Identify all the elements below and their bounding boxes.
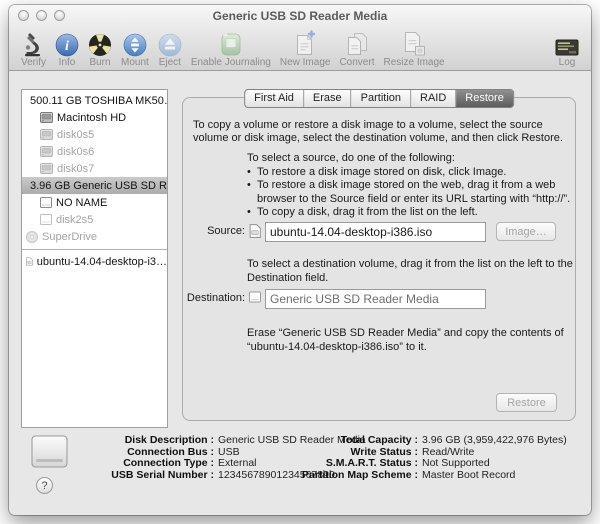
toolbar-label: Eject: [158, 57, 181, 68]
sidebar-item-label: Macintosh HD: [57, 111, 127, 124]
minimize-button[interactable]: [36, 10, 47, 21]
sidebar-item-no-name[interactable]: NO NAME: [22, 194, 167, 211]
toolbar-info-button[interactable]: i Info: [55, 30, 79, 69]
internal-drive-icon: [40, 129, 53, 140]
mount-icon: [123, 30, 147, 57]
sidebar-item-label: NO NAME: [56, 196, 108, 209]
source-label: Source:: [207, 225, 245, 237]
source-help-bullets: • To restore a disk image stored on disk,…: [247, 166, 571, 220]
bullet-item: • To restore a disk image stored on the w…: [247, 179, 571, 205]
close-button[interactable]: [18, 10, 29, 21]
image-button[interactable]: Image…: [496, 222, 556, 241]
toolbar-eject-button[interactable]: Eject: [158, 30, 182, 69]
toolbar-label: Resize Image: [383, 57, 445, 68]
sidebar-item-macintosh-hd[interactable]: Macintosh HD: [22, 109, 167, 126]
toolbar-mount-button[interactable]: Mount: [121, 30, 149, 69]
microscope-icon: [23, 30, 45, 57]
toolbar-label: Convert: [339, 57, 375, 68]
bullet-glyph: •: [247, 165, 251, 178]
bullet-glyph: •: [247, 206, 251, 218]
toolbar-burn-button[interactable]: Burn: [88, 30, 112, 69]
help-button[interactable]: ?: [36, 477, 53, 494]
toolbar-label: Info: [58, 57, 76, 68]
selected-device-icon: [31, 435, 68, 473]
sidebar-item-toshiba-disk[interactable]: 500.11 GB TOSHIBA MK50…: [22, 92, 167, 109]
source-field-value: ubuntu-14.04-desktop-i386.iso: [270, 225, 433, 239]
sidebar-item-label: SuperDrive: [42, 230, 98, 243]
optical-drive-icon: [26, 230, 38, 243]
external-drive-icon: [40, 197, 52, 208]
toolbar-label: Mount: [121, 57, 149, 68]
source-field[interactable]: ubuntu-14.04-desktop-i386.iso: [265, 222, 486, 242]
device-list: 500.11 GB TOSHIBA MK50… Macintosh HD dis…: [21, 89, 168, 428]
sidebar-item-label: disk0s5: [57, 128, 95, 141]
internal-drive-icon: [40, 146, 53, 157]
info-icon: i: [55, 30, 79, 57]
source-disk-image-icon: [249, 224, 261, 241]
list-separator: [22, 249, 167, 250]
zoom-button[interactable]: [54, 10, 65, 21]
disk-image-icon: [26, 257, 33, 266]
sidebar-item-superdrive[interactable]: SuperDrive: [22, 228, 167, 245]
bullet-item: • To copy a disk, drag it from the list o…: [247, 206, 478, 218]
destination-drive-icon: [249, 291, 261, 306]
toolbar-label: Verify: [21, 57, 47, 68]
destination-field[interactable]: Generic USB SD Reader Media: [265, 289, 486, 309]
restore-button[interactable]: Restore: [496, 393, 557, 412]
bullet-glyph: •: [247, 179, 251, 191]
log-icon: [555, 30, 579, 57]
convert-icon: [344, 30, 370, 57]
internal-drive-icon: [40, 163, 53, 174]
destination-help-text: To select a destination volume, drag it …: [247, 258, 573, 284]
sidebar-item-label: disk0s6: [57, 145, 95, 158]
toolbar-resize-image-button[interactable]: Resize Image: [383, 30, 445, 69]
source-help-title: To select a source, do one of the follow…: [247, 152, 455, 164]
journaling-disk-icon: [219, 30, 243, 57]
toolbar-label: New Image: [279, 57, 331, 68]
restore-intro-text: To copy a volume or restore a disk image…: [193, 119, 563, 144]
window-controls: [18, 10, 65, 21]
destination-field-value: Generic USB SD Reader Media: [270, 292, 439, 306]
destination-label: Destination:: [186, 292, 245, 304]
sidebar-item-label: 500.11 GB TOSHIBA MK50…: [30, 94, 167, 107]
new-image-icon: [293, 30, 317, 57]
external-drive-icon: [40, 214, 52, 225]
sidebar-item-generic-usb-sd[interactable]: 3.96 GB Generic USB SD Re…: [22, 177, 167, 194]
info-row: Partition Map Scheme : Master Boot Recor…: [301, 468, 516, 481]
toolbar-label: Burn: [89, 57, 111, 68]
toolbar-new-image-button[interactable]: New Image: [279, 30, 331, 69]
toolbar-convert-button[interactable]: Convert: [339, 30, 374, 69]
sidebar-item-disk0s5[interactable]: disk0s5: [22, 126, 167, 143]
toolbar-log-button[interactable]: Log: [555, 30, 579, 69]
disk-utility-window: Generic USB SD Reader Media Verify i Inf…: [9, 5, 591, 515]
window-title: Generic USB SD Reader Media: [212, 9, 388, 23]
restore-pane: First Aid Erase Partition RAID Restore T…: [182, 89, 576, 421]
window-content: 500.11 GB TOSHIBA MK50… Macintosh HD dis…: [9, 71, 591, 515]
sidebar-item-ubuntu-iso[interactable]: ubuntu-14.04-desktop-i3…: [22, 253, 167, 270]
eject-icon: [158, 30, 182, 57]
info-row: Write Status : Read/Write: [350, 445, 475, 458]
sidebar-item-label: disk0s7: [57, 162, 95, 175]
sidebar-item-label: disk2s5: [56, 213, 94, 226]
burn-icon: [88, 30, 112, 57]
erase-note-text: Erase “Generic USB SD Reader Media” and …: [247, 327, 564, 353]
toolbar: Verify i Info Burn Mount Eject Enable Jo…: [21, 26, 579, 69]
bullet-item: • To restore a disk image stored on disk,…: [247, 165, 507, 178]
window-header: Generic USB SD Reader Media Verify i Inf…: [9, 5, 591, 71]
sidebar-item-disk0s7[interactable]: disk0s7: [22, 160, 167, 177]
svg-text:i: i: [65, 39, 69, 54]
resize-image-icon: [401, 30, 427, 57]
toolbar-enable-journaling-button[interactable]: Enable Journaling: [191, 30, 271, 69]
sidebar-item-disk0s6[interactable]: disk0s6: [22, 143, 167, 160]
source-help-block: To select a source, do one of the follow…: [247, 152, 571, 220]
device-info-right: Total Capacity : 3.96 GB (3,959,422,976 …: [271, 434, 567, 481]
info-row: Total Capacity : 3.96 GB (3,959,422,976 …: [340, 434, 567, 446]
sidebar-item-label: ubuntu-14.04-desktop-i3…: [36, 255, 167, 268]
toolbar-label: Enable Journaling: [190, 57, 271, 68]
toolbar-verify-button[interactable]: Verify: [21, 30, 46, 69]
sidebar-item-label: 3.96 GB Generic USB SD Re…: [30, 179, 167, 192]
toolbar-label: Log: [558, 57, 576, 68]
internal-drive-icon: [40, 112, 53, 123]
sidebar-item-disk2s5[interactable]: disk2s5: [22, 211, 167, 228]
